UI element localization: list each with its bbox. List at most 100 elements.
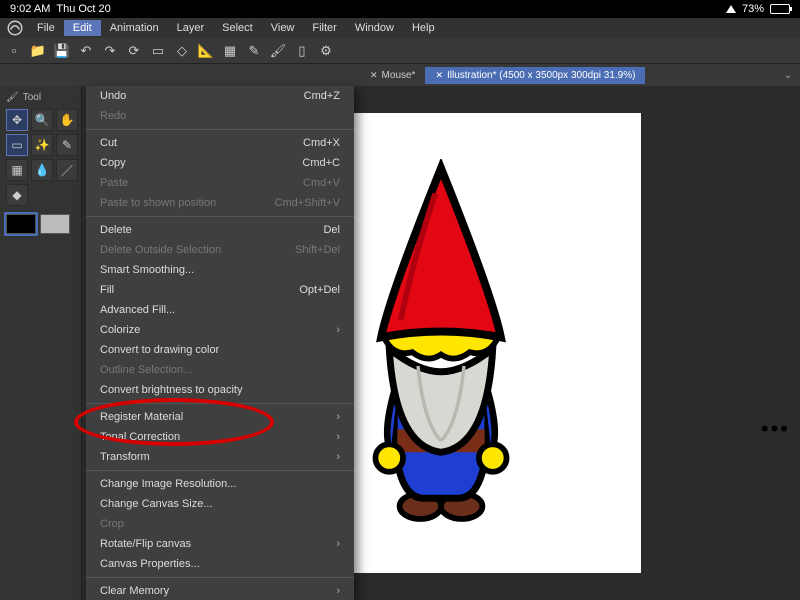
menu-item[interactable]: Change Canvas Size... (86, 494, 354, 514)
document-tab-bar: ✕ Mouse* ✕ Illustration* (4500 x 3500px … (0, 64, 800, 86)
menu-file[interactable]: File (28, 20, 64, 36)
top-toolbar: ▫ 📁 💾 ↶ ↷ ⟳ ▭ ◇ 📐 ▦ ✎ 🖌 ▯ ⚙ (0, 38, 800, 64)
menu-item-shortcut: Cmd+V (303, 177, 340, 189)
menu-item[interactable]: Convert to drawing color (86, 340, 354, 360)
menu-animation[interactable]: Animation (101, 20, 168, 36)
menu-item[interactable]: Cut Cmd+X (86, 133, 354, 153)
menu-separator (86, 577, 354, 578)
menu-item-label: Colorize (100, 324, 140, 336)
menu-item[interactable]: Advanced Fill... (86, 300, 354, 320)
menu-separator (86, 216, 354, 217)
new-file-icon[interactable]: ▫ (4, 41, 24, 61)
tool-marquee[interactable]: ▭ (6, 134, 28, 156)
menu-item-label: Change Canvas Size... (100, 498, 213, 510)
menu-window[interactable]: Window (346, 20, 403, 36)
menu-item[interactable]: Change Image Resolution... (86, 474, 354, 494)
menu-item[interactable]: Colorize (86, 320, 354, 340)
open-file-icon[interactable]: 📁 (28, 41, 48, 61)
app-menubar: File Edit Animation Layer Select View Fi… (0, 18, 800, 38)
save-icon[interactable]: 💾 (52, 41, 72, 61)
loading-icon: ⟳ (124, 41, 144, 61)
tool-text[interactable]: ◆ (6, 184, 28, 206)
menu-item[interactable]: Clear Memory (86, 581, 354, 600)
transform-icon[interactable]: ◇ (172, 41, 192, 61)
tab-label: Mouse* (382, 70, 416, 81)
battery-icon (770, 4, 790, 14)
tool-eyedropper[interactable]: 💧 (31, 159, 53, 181)
tool-grid[interactable]: ▦ (6, 159, 28, 181)
ipad-status-bar: 9:02 AM Thu Oct 20 73% (0, 0, 800, 18)
menu-select[interactable]: Select (213, 20, 262, 36)
redo-toolbar-icon[interactable]: ↷ (100, 41, 120, 61)
close-icon[interactable]: ✕ (370, 70, 378, 81)
menu-item-label: Paste (100, 177, 128, 189)
menu-layer[interactable]: Layer (168, 20, 214, 36)
tab-label: Illustration* (4500 x 3500px 300dpi 31.9… (447, 70, 635, 81)
menu-edit[interactable]: Edit (64, 20, 101, 36)
tool-hand[interactable]: ✋ (56, 109, 78, 131)
background-color-swatch[interactable] (40, 214, 70, 234)
chevron-down-icon[interactable]: ⌄ (776, 70, 800, 81)
select-tool-icon[interactable]: ▭ (148, 41, 168, 61)
menu-item-shortcut: Cmd+Shift+V (275, 197, 340, 209)
settings-icon[interactable]: ⚙ (316, 41, 336, 61)
menu-item: Delete Outside SelectionShift+Del (86, 240, 354, 260)
tool-panel: 🖌 Tool ✥ 🔍 ✋ ▭ ✨ ✎ ▦ 💧 ／ ◆ (0, 86, 82, 600)
menu-filter[interactable]: Filter (303, 20, 345, 36)
menu-item-label: Change Image Resolution... (100, 478, 236, 490)
tool-zoom[interactable]: 🔍 (31, 109, 53, 131)
menu-item-label: Cut (100, 137, 117, 149)
menu-item-label: Advanced Fill... (100, 304, 175, 316)
ruler-icon[interactable]: 📐 (196, 41, 216, 61)
undo-toolbar-icon[interactable]: ↶ (76, 41, 96, 61)
tablet-icon[interactable]: ▯ (292, 41, 312, 61)
menu-item-label: Delete (100, 224, 132, 236)
brush-icon: 🖌 (6, 92, 19, 103)
menu-item[interactable]: Rotate/Flip canvas (86, 534, 354, 554)
status-date: Thu Oct 20 (56, 3, 110, 15)
menu-item-label: Clear Memory (100, 585, 169, 597)
menu-item[interactable]: Canvas Properties... (86, 554, 354, 574)
menu-item[interactable]: Register Material (86, 407, 354, 427)
tab-illustration[interactable]: ✕ Illustration* (4500 x 3500px 300dpi 31… (425, 67, 645, 84)
menu-help[interactable]: Help (403, 20, 444, 36)
menu-item[interactable]: UndoCmd+Z (86, 86, 354, 106)
menu-item: Redo (86, 106, 354, 126)
foreground-color-swatch[interactable] (6, 214, 36, 234)
menu-item-label: Tonal Correction (100, 431, 180, 443)
menu-item-shortcut: Shift+Del (295, 244, 340, 256)
edit-dropdown-menu: UndoCmd+ZRedo Cut Cmd+X CopyCmd+C Paste Cmd+V… (86, 86, 354, 600)
menu-item[interactable]: FillOpt+Del (86, 280, 354, 300)
tool-move[interactable]: ✥ (6, 109, 28, 131)
gnome-artwork (326, 159, 556, 527)
pen-toolbar-icon[interactable]: ✎ (244, 41, 264, 61)
grid-icon[interactable]: ▦ (220, 41, 240, 61)
menu-item: Crop (86, 514, 354, 534)
tool-wand[interactable]: ✨ (31, 134, 53, 156)
menu-view[interactable]: View (262, 20, 304, 36)
menu-separator (86, 403, 354, 404)
menu-item-label: Convert to drawing color (100, 344, 219, 356)
tool-pen[interactable]: ✎ (56, 134, 78, 156)
menu-item-label: Outline Selection... (100, 364, 192, 376)
brush-toolbar-icon[interactable]: 🖌 (268, 41, 288, 61)
menu-item-label: Crop (100, 518, 124, 530)
menu-item: Paste Cmd+V (86, 173, 354, 193)
menu-item-label: Rotate/Flip canvas (100, 538, 191, 550)
close-icon[interactable]: ✕ (435, 70, 443, 81)
menu-item[interactable]: Smart Smoothing... (86, 260, 354, 280)
menu-item[interactable]: CopyCmd+C (86, 153, 354, 173)
menu-item-label: Smart Smoothing... (100, 264, 194, 276)
menu-item: Paste to shown positionCmd+Shift+V (86, 193, 354, 213)
menu-item[interactable]: Tonal Correction (86, 427, 354, 447)
menu-item-shortcut: Cmd+X (303, 137, 340, 149)
tab-mouse[interactable]: ✕ Mouse* (360, 67, 425, 84)
menu-item-label: Copy (100, 157, 126, 169)
tool-line[interactable]: ／ (56, 159, 78, 181)
menu-item-label: Convert brightness to opacity (100, 384, 242, 396)
ios-more-dots-icon: ••• (761, 416, 790, 442)
menu-item[interactable]: Convert brightness to opacity (86, 380, 354, 400)
menu-item[interactable]: DeleteDel (86, 220, 354, 240)
menu-item-label: Fill (100, 284, 114, 296)
menu-item[interactable]: Transform (86, 447, 354, 467)
